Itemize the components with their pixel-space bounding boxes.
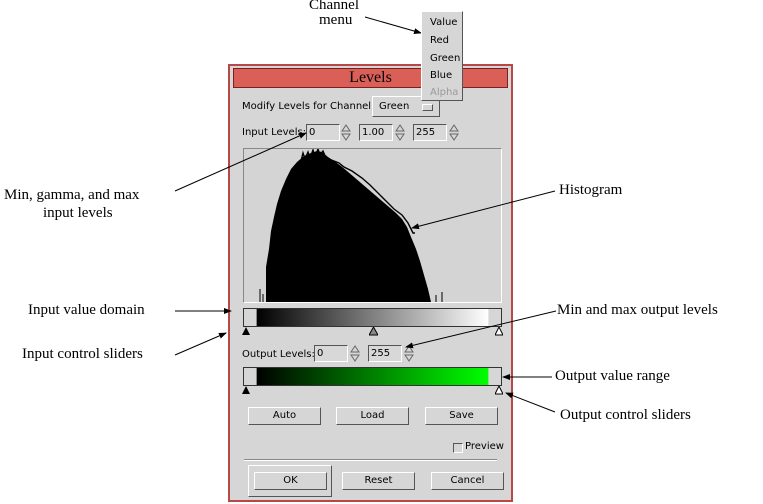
input-min-field[interactable]: 0: [306, 124, 340, 141]
menu-item-blue[interactable]: Blue: [430, 70, 452, 81]
channel-label: Modify Levels for Channel:: [242, 101, 375, 112]
menu-item-alpha: Alpha: [430, 87, 459, 98]
input-levels-label: Input Levels:: [242, 127, 307, 138]
output-levels-label: Output Levels:: [242, 349, 315, 360]
auto-button[interactable]: Auto: [248, 407, 321, 425]
save-button[interactable]: Save: [425, 407, 498, 425]
output-value-range-gradient: [243, 367, 502, 386]
input-slider-track[interactable]: [242, 327, 503, 336]
ok-button[interactable]: OK: [254, 472, 327, 490]
annotation-input-control-sliders: Input control sliders: [22, 346, 143, 362]
menu-item-green[interactable]: Green: [430, 53, 460, 64]
output-min-field[interactable]: 0: [314, 345, 348, 362]
annotation-input-value-domain: Input value domain: [28, 302, 145, 318]
menu-item-red[interactable]: Red: [430, 35, 449, 46]
levels-dialog: Levels Modify Levels for Channel: Green …: [228, 64, 513, 502]
dialog-title: Levels: [349, 69, 392, 86]
annotation-output-control-sliders: Output control sliders: [560, 407, 691, 423]
menu-item-value[interactable]: Value: [430, 17, 457, 28]
input-max-slider-handle[interactable]: [495, 327, 503, 336]
preview-label: Preview: [465, 441, 504, 452]
channel-popup-menu: Value Red Green Blue Alpha: [421, 11, 463, 101]
output-max-slider-handle[interactable]: [495, 386, 503, 395]
input-gamma-slider-handle[interactable]: [369, 327, 378, 336]
annotation-histogram: Histogram: [559, 182, 623, 198]
annotation-min-gamma-max-line1: Min, gamma, and max: [4, 187, 140, 203]
dropdown-indicator-icon: [422, 104, 433, 111]
cancel-button[interactable]: Cancel: [431, 472, 504, 490]
input-max-field[interactable]: 255: [413, 124, 447, 141]
annotation-min-max-output: Min and max output levels: [557, 302, 718, 318]
input-min-slider-handle[interactable]: [242, 327, 250, 336]
histogram-panel: [243, 146, 502, 303]
button-separator: [244, 459, 497, 461]
annotation-channel-menu-line2: menu: [319, 12, 353, 28]
annotation-output-value-range: Output value range: [555, 368, 670, 384]
input-gamma-spinner-icon[interactable]: [395, 124, 405, 141]
output-max-spinner-icon[interactable]: [404, 345, 414, 362]
dialog-title-bar[interactable]: Levels: [233, 68, 508, 88]
output-slider-track[interactable]: [242, 386, 503, 395]
preview-checkbox[interactable]: [453, 443, 463, 453]
output-min-spinner-icon[interactable]: [350, 345, 360, 362]
channel-dropdown-value: Green: [379, 101, 410, 112]
annotation-min-gamma-max-line2: input levels: [43, 205, 113, 221]
input-max-spinner-icon[interactable]: [449, 124, 459, 141]
reset-button[interactable]: Reset: [342, 472, 415, 490]
output-max-field[interactable]: 255: [368, 345, 402, 362]
input-value-domain-gradient: [243, 308, 502, 327]
histogram-graph: [259, 146, 443, 302]
load-button[interactable]: Load: [336, 407, 409, 425]
input-min-spinner-icon[interactable]: [341, 124, 351, 141]
input-gamma-field[interactable]: 1.00: [359, 124, 393, 141]
output-min-slider-handle[interactable]: [242, 386, 250, 395]
